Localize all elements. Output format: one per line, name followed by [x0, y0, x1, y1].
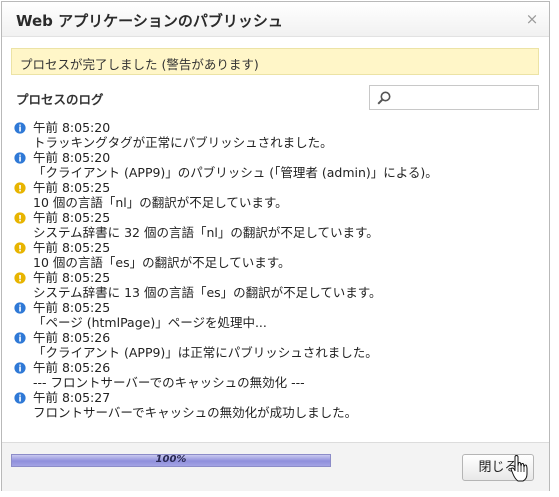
- log-message: 10 個の言語「es」の翻訳が不足しています。: [33, 255, 291, 270]
- log-entry: ! 午前 8:05:25 システム辞書に 13 個の言語「es」の翻訳が不足していま…: [14, 270, 544, 300]
- warning-icon: !: [14, 242, 26, 254]
- log-message: 10 個の言語「nl」の翻訳が不足しています。: [33, 195, 288, 210]
- info-icon: i: [14, 122, 26, 134]
- log-time: 午前 8:05:25: [33, 270, 111, 285]
- log-time: 午前 8:05:27: [33, 390, 111, 405]
- dialog-footer: 100% 閉じる: [2, 442, 549, 491]
- log-entry: ! 午前 8:05:25 10 個の言語「nl」の翻訳が不足しています。: [14, 180, 544, 210]
- log-entry: i 午前 8:05:20 トラッキングタグが正常にパブリッシュされました。: [14, 120, 544, 150]
- process-log: i 午前 8:05:20 トラッキングタグが正常にパブリッシュされました。 i 午前 8…: [14, 120, 544, 420]
- svg-text:!: !: [18, 215, 22, 224]
- log-message: フロントサーバーでキャッシュの無効化が成功しました。: [33, 405, 358, 420]
- dialog-titlebar: Web アプリケーションのパブリッシュ ×: [2, 2, 549, 37]
- dialog-title: Web アプリケーションのパブリッシュ: [16, 12, 283, 30]
- warning-icon: !: [14, 212, 26, 224]
- log-entry: i 午前 8:05:26 --- フロントサーバーでのキャッシュの無効化 ---: [14, 360, 544, 390]
- log-message: 「クライアント (APP9)」のパブリッシュ (「管理者 (admin)」による…: [33, 165, 438, 180]
- log-message: 「クライアント (APP9)」は正常にパブリッシュされました。: [33, 345, 378, 360]
- log-time: 午前 8:05:25: [33, 180, 111, 195]
- svg-text:i: i: [18, 395, 21, 404]
- info-icon: i: [14, 362, 26, 374]
- info-icon: i: [14, 392, 26, 404]
- info-icon: i: [14, 302, 26, 314]
- svg-text:i: i: [18, 125, 21, 134]
- info-icon: i: [14, 152, 26, 164]
- svg-text:!: !: [18, 275, 22, 284]
- log-entry: ! 午前 8:05:25 10 個の言語「es」の翻訳が不足しています。: [14, 240, 544, 270]
- log-entry: i 午前 8:05:26 「クライアント (APP9)」は正常にパブリッシュされまし…: [14, 330, 544, 360]
- status-banner: プロセスが完了しました (警告があります): [11, 48, 539, 75]
- search-icon: [377, 91, 391, 105]
- log-message: システム辞書に 32 個の言語「nl」の翻訳が不足しています。: [33, 225, 379, 240]
- log-entry: i 午前 8:05:20 「クライアント (APP9)」のパブリッシュ (「管理者 …: [14, 150, 544, 180]
- warning-icon: !: [14, 272, 26, 284]
- log-time: 午前 8:05:25: [33, 210, 111, 225]
- progress-label: 100%: [155, 454, 187, 465]
- svg-text:!: !: [18, 245, 22, 254]
- log-search-input[interactable]: [369, 85, 539, 110]
- svg-text:i: i: [18, 365, 21, 374]
- log-time: 午前 8:05:20: [33, 120, 111, 135]
- log-entry: i 午前 8:05:25 「ページ (htmlPage)」ページを処理中...: [14, 300, 544, 330]
- log-entry: ! 午前 8:05:25 システム辞書に 32 個の言語「nl」の翻訳が不足していま…: [14, 210, 544, 240]
- svg-text:i: i: [18, 305, 21, 314]
- log-message: 「ページ (htmlPage)」ページを処理中...: [33, 315, 267, 330]
- svg-text:!: !: [18, 185, 22, 194]
- log-time: 午前 8:05:26: [33, 330, 111, 345]
- log-time: 午前 8:05:26: [33, 360, 111, 375]
- close-icon[interactable]: ×: [525, 10, 539, 28]
- log-entry: i 午前 8:05:27 フロントサーバーでキャッシュの無効化が成功しました。: [14, 390, 544, 420]
- hand-cursor-icon: [510, 455, 528, 482]
- log-section-title: プロセスのログ: [16, 92, 104, 107]
- warning-icon: !: [14, 182, 26, 194]
- svg-text:i: i: [18, 335, 21, 344]
- log-message: --- フロントサーバーでのキャッシュの無効化 ---: [33, 375, 305, 390]
- progress-bar: 100%: [11, 454, 331, 467]
- log-message: システム辞書に 13 個の言語「es」の翻訳が不足しています。: [33, 285, 382, 300]
- svg-text:i: i: [18, 155, 21, 164]
- log-time: 午前 8:05:25: [33, 300, 111, 315]
- publish-dialog: Web アプリケーションのパブリッシュ × プロセスが完了しました (警告があり…: [1, 1, 550, 491]
- log-time: 午前 8:05:20: [33, 150, 111, 165]
- info-icon: i: [14, 332, 26, 344]
- log-time: 午前 8:05:25: [33, 240, 111, 255]
- log-message: トラッキングタグが正常にパブリッシュされました。: [33, 135, 333, 150]
